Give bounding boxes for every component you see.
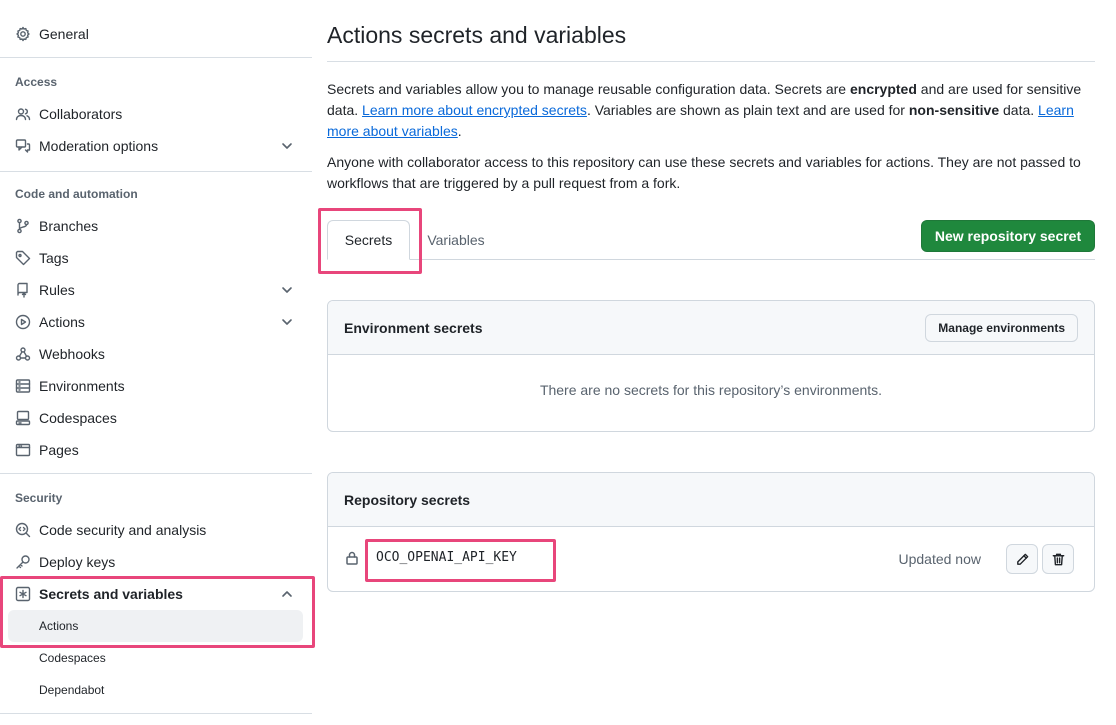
section-title-access: Access <box>15 75 58 89</box>
new-repository-secret-button[interactable]: New repository secret <box>921 220 1095 252</box>
manage-environments-button[interactable]: Manage environments <box>925 314 1078 342</box>
sidebar-divider <box>0 171 312 172</box>
sidebar-item-branches[interactable]: Branches <box>8 210 304 242</box>
chevron-down-icon <box>280 139 294 153</box>
sidebar-item-label: Code security and analysis <box>39 522 207 538</box>
sidebar-item-label: Webhooks <box>39 346 105 362</box>
sidebar-item-actions[interactable]: Actions <box>8 306 304 338</box>
sidebar-item-code-security[interactable]: Code security and analysis <box>8 514 304 546</box>
sidebar-item-label: Moderation options <box>39 138 159 154</box>
sidebar-item-rules[interactable]: Rules <box>8 274 304 306</box>
comment-discussion-icon <box>15 138 31 154</box>
tab-secrets[interactable]: Secrets <box>327 220 410 260</box>
title-divider <box>327 61 1095 62</box>
tab-variables[interactable]: Variables <box>417 222 495 258</box>
secret-name: OCO_OPENAI_API_KEY <box>376 550 517 565</box>
asterisk-square-icon <box>15 586 31 602</box>
desc-bold-encrypted: encrypted <box>849 81 917 97</box>
sidebar-divider <box>0 713 312 714</box>
codespaces-icon <box>15 410 31 426</box>
chevron-up-icon <box>280 587 294 601</box>
sidebar-item-label: Rules <box>39 282 75 298</box>
play-icon <box>15 314 31 330</box>
environment-secrets-header: Environment secrets Manage environments <box>328 301 1094 355</box>
sidebar-item-label: Pages <box>39 442 79 458</box>
sidebar-item-label: Collaborators <box>39 106 123 122</box>
codescan-icon <box>15 522 31 538</box>
lock-icon <box>345 551 359 565</box>
sidebar-item-codespaces[interactable]: Codespaces <box>8 402 304 434</box>
repo-push-icon <box>15 282 31 298</box>
desc-text: data. <box>999 102 1039 118</box>
sidebar-item-collaborators[interactable]: Collaborators <box>8 98 304 130</box>
sidebar-item-label: Branches <box>39 218 99 234</box>
desc-bold-non-sensitive: non-sensitive <box>908 102 1000 118</box>
sidebar-item-general[interactable]: General <box>8 18 304 50</box>
environment-secrets-title: Environment secrets <box>344 319 483 336</box>
desc-text: Secrets and variables allow you to manag… <box>327 81 850 97</box>
sidebar-divider <box>0 57 312 58</box>
collaborator-access-note: Anyone with collaborator access to this … <box>327 154 1081 191</box>
environment-secrets-box: Environment secrets Manage environments … <box>327 300 1095 432</box>
repository-secrets-header: Repository secrets <box>328 473 1094 527</box>
sidebar-subitem-label: Codespaces <box>39 651 106 665</box>
sidebar-item-label: Actions <box>39 314 85 330</box>
sidebar-item-label: Deploy keys <box>39 554 116 570</box>
secret-updated-time: Updated now <box>898 551 981 567</box>
desc-text: . Variables are shown as plain text and … <box>586 102 909 118</box>
gear-icon <box>15 26 31 42</box>
main-content: Actions secrets and variables Secrets an… <box>327 0 1095 725</box>
sidebar-item-tags[interactable]: Tags <box>8 242 304 274</box>
settings-sidebar: General Access Collaborators Moderation … <box>0 0 312 725</box>
sidebar-subitem-codespaces[interactable]: Codespaces <box>8 642 303 674</box>
sidebar-item-moderation[interactable]: Moderation options <box>8 130 304 162</box>
sidebar-item-label: Tags <box>39 250 69 266</box>
repository-secrets-box: Repository secrets OCO_OPENAI_API_KEY Up… <box>327 472 1095 592</box>
sidebar-item-label: Codespaces <box>39 410 117 426</box>
trash-icon <box>1052 553 1064 565</box>
chevron-down-icon <box>280 315 294 329</box>
people-icon <box>15 106 31 122</box>
server-icon <box>15 378 31 394</box>
tag-icon <box>15 250 31 266</box>
sidebar-item-label: Environments <box>39 378 125 394</box>
edit-secret-button[interactable] <box>1006 544 1038 574</box>
sidebar-item-deploy-keys[interactable]: Deploy keys <box>8 546 304 578</box>
sidebar-subitem-actions[interactable]: Actions <box>8 610 303 642</box>
learn-encrypted-secrets-link[interactable]: Learn more about encrypted secrets <box>362 102 587 118</box>
description-paragraph: Secrets and variables allow you to manag… <box>327 79 1095 142</box>
chevron-down-icon <box>280 283 294 297</box>
section-title-code-automation: Code and automation <box>15 187 138 201</box>
sidebar-subitem-label: Actions <box>39 619 79 633</box>
page-title: Actions secrets and variables <box>327 22 627 48</box>
sidebar-subitem-label: Dependabot <box>39 683 105 697</box>
repository-secrets-title: Repository secrets <box>344 491 471 508</box>
sidebar-divider <box>0 473 312 474</box>
key-icon <box>15 554 31 570</box>
tabs-divider <box>327 259 1095 260</box>
secret-row: OCO_OPENAI_API_KEY Updated now <box>328 527 1094 591</box>
environment-secrets-empty-message: There are no secrets for this repository… <box>539 382 883 398</box>
sidebar-item-secrets-variables[interactable]: Secrets and variables <box>8 578 304 610</box>
sidebar-subitem-dependabot[interactable]: Dependabot <box>8 674 303 706</box>
webhook-icon <box>15 346 31 362</box>
sidebar-item-environments[interactable]: Environments <box>8 370 304 402</box>
pencil-icon <box>1016 553 1028 565</box>
section-title-security: Security <box>15 491 63 505</box>
sidebar-item-webhooks[interactable]: Webhooks <box>8 338 304 370</box>
desc-text: . <box>457 123 462 139</box>
git-branch-icon <box>15 218 31 234</box>
sidebar-item-label: General <box>39 26 89 42</box>
browser-icon <box>15 442 31 458</box>
sidebar-item-pages[interactable]: Pages <box>8 434 304 466</box>
sidebar-item-label: Secrets and variables <box>39 586 183 602</box>
delete-secret-button[interactable] <box>1042 544 1074 574</box>
